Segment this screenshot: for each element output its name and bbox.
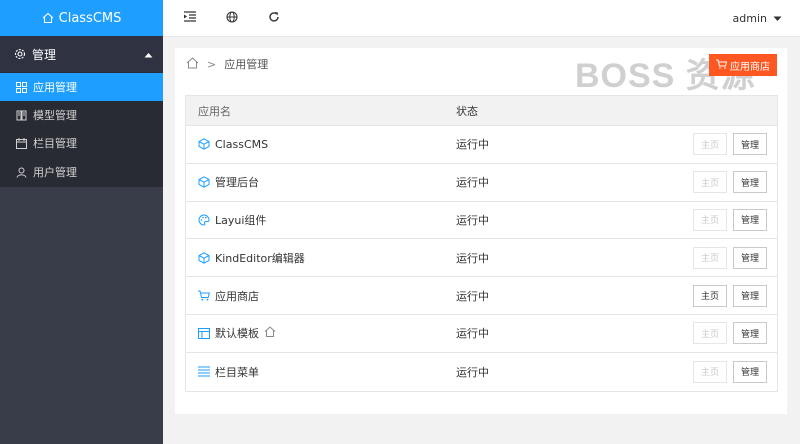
table-header: 应用名 状态: [186, 96, 777, 126]
cube-icon: [198, 138, 210, 151]
cube-icon: [198, 252, 210, 264]
table-row: 管理后台 运行中 主页 管理: [186, 164, 777, 202]
sidebar-item-label: 栏目管理: [33, 137, 77, 150]
list-icon: [198, 366, 210, 378]
globe-icon: [226, 10, 238, 26]
username: admin: [732, 11, 767, 25]
app-title: ClassCMS: [58, 10, 122, 26]
cart-icon: [198, 290, 210, 302]
toggle-sidebar-button[interactable]: [169, 0, 211, 37]
table-row: Layui组件 运行中 主页 管理: [186, 202, 777, 240]
app-name[interactable]: ClassCMS: [215, 138, 268, 151]
column-app-name: 应用名: [198, 104, 231, 118]
sidebar: ClassCMS 管理 应用管理 模型管理 栏目管理 用户管理: [0, 0, 163, 444]
breadcrumb-current: 应用管理: [224, 58, 269, 71]
sidebar-item-models[interactable]: 模型管理: [0, 101, 163, 129]
refresh-button[interactable]: [253, 0, 295, 37]
app-store-label: 应用商店: [730, 61, 770, 73]
cube-icon: [198, 176, 210, 188]
manage-button[interactable]: 管理: [733, 133, 767, 156]
app-name[interactable]: 管理后台: [215, 174, 259, 190]
manage-button[interactable]: 管理: [733, 246, 767, 269]
app-status: 运行中: [456, 138, 489, 152]
manage-button[interactable]: 管理: [733, 208, 767, 231]
palette-icon: [198, 214, 210, 226]
home-button: 主页: [693, 246, 727, 269]
manage-button[interactable]: 管理: [733, 284, 767, 307]
app-name[interactable]: KindEditor编辑器: [215, 250, 305, 266]
app-store-button[interactable]: 应用商店: [709, 54, 777, 76]
manage-button[interactable]: 管理: [733, 360, 767, 383]
table-row: KindEditor编辑器 运行中 主页 管理: [186, 239, 777, 278]
app-status: 运行中: [456, 176, 489, 190]
table-row: 默认模板 运行中 主页 管理: [186, 315, 777, 353]
menu-group-label: 管理: [32, 47, 57, 62]
app-name[interactable]: 应用商店: [215, 288, 259, 304]
model-icon: [15, 109, 27, 121]
table-row: ClassCMS 运行中 主页 管理: [186, 126, 777, 164]
home-button: 主页: [693, 133, 727, 156]
breadcrumb: > 应用管理: [186, 56, 268, 72]
home-icon: [42, 12, 54, 24]
apps-icon: [15, 81, 27, 93]
content-card: > 应用管理 BOSS 资源 应用商店 应用名 状态 ClassCMS 运行中 …: [175, 48, 787, 414]
app-status: 运行中: [456, 251, 489, 265]
website-button[interactable]: [211, 0, 253, 37]
sidebar-item-label: 模型管理: [33, 109, 77, 122]
manage-button[interactable]: 管理: [733, 322, 767, 345]
caret-down-icon: [773, 12, 782, 25]
user-icon: [15, 166, 27, 178]
calendar-icon: [15, 137, 27, 149]
default-home-icon: [264, 326, 276, 340]
app-logo[interactable]: ClassCMS: [0, 0, 163, 36]
submenu: 应用管理 模型管理 栏目管理 用户管理: [0, 73, 163, 187]
home-button: 主页: [693, 208, 727, 231]
caret-up-icon: [144, 47, 153, 61]
sidebar-item-users[interactable]: 用户管理: [0, 157, 163, 187]
app-name[interactable]: 栏目菜单: [215, 364, 259, 380]
column-status: 状态: [456, 104, 478, 118]
home-button[interactable]: 主页: [693, 284, 727, 307]
sidebar-item-columns[interactable]: 栏目管理: [0, 129, 163, 157]
refresh-icon: [268, 11, 280, 26]
table-row: 栏目菜单 运行中 主页 管理: [186, 353, 777, 391]
table-row: 应用商店 运行中 主页 管理: [186, 277, 777, 315]
app-status: 运行中: [456, 365, 489, 379]
template-icon: [198, 327, 210, 339]
sidebar-item-label: 应用管理: [33, 81, 77, 94]
menu-group-manage[interactable]: 管理: [0, 36, 163, 73]
app-name[interactable]: Layui组件: [215, 212, 266, 228]
manage-button[interactable]: 管理: [733, 171, 767, 194]
app-status: 运行中: [456, 289, 489, 303]
sidebar-item-label: 用户管理: [33, 166, 77, 179]
breadcrumb-home-icon[interactable]: [186, 56, 199, 72]
home-button: 主页: [693, 360, 727, 383]
gear-icon: [14, 48, 26, 60]
app-status: 运行中: [456, 213, 489, 227]
top-header: admin: [163, 0, 800, 37]
app-status: 运行中: [456, 327, 489, 341]
user-menu[interactable]: admin: [733, 12, 782, 25]
app-name[interactable]: 默认模板: [215, 325, 259, 341]
breadcrumb-separator: >: [207, 57, 217, 71]
sidebar-item-apps[interactable]: 应用管理: [0, 73, 163, 101]
home-button: 主页: [693, 322, 727, 345]
apps-table: 应用名 状态 ClassCMS 运行中 主页 管理 管理后台 运行中 主页 管理…: [185, 95, 778, 392]
indent-icon: [184, 11, 196, 25]
home-button: 主页: [693, 171, 727, 194]
cart-icon: [716, 59, 728, 72]
